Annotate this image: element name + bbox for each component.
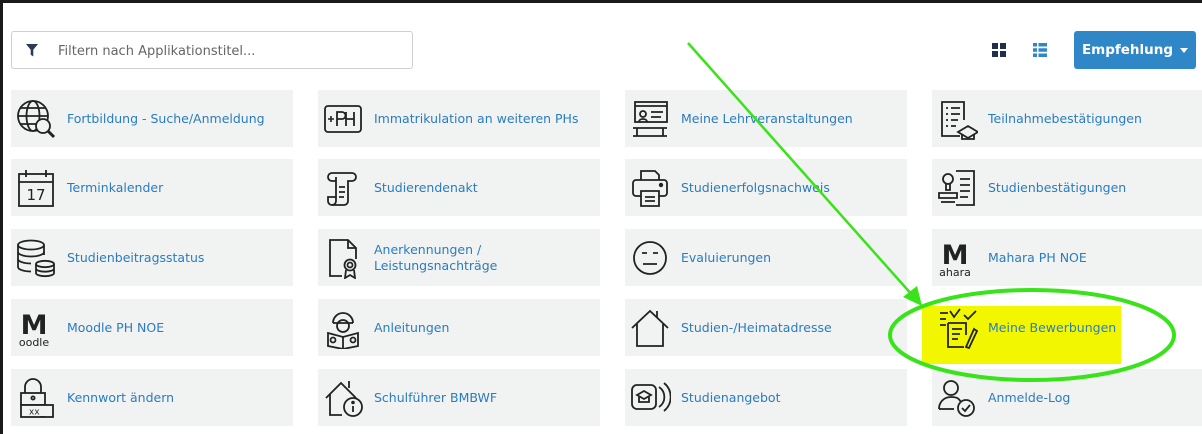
svg-text:oodle: oodle — [19, 336, 49, 349]
svg-text:17: 17 — [26, 186, 45, 204]
svg-text:ahara: ahara — [939, 266, 971, 279]
tile-label: Anerkennungen / Leistungsnachträge — [374, 241, 498, 273]
recommendation-dropdown-button[interactable]: Empfehlung — [1074, 31, 1196, 69]
house-outline-icon — [631, 309, 669, 347]
tile-moodle[interactable]: M oodle Moodle PH NOE — [11, 299, 293, 356]
face-neutral-icon — [633, 241, 667, 275]
tile-label: Teilnahmebestätigungen — [988, 110, 1142, 126]
tile-mahara[interactable]: M ahara Mahara PH NOE — [932, 229, 1202, 286]
svg-text:xx_: xx_ — [29, 408, 46, 418]
list-view-icon[interactable] — [1033, 43, 1047, 57]
certificate-document-icon — [941, 101, 978, 140]
tile-studienbestaetigungen[interactable]: Studienbestätigungen — [932, 159, 1202, 216]
tile-label: Schulführer BMBWF — [374, 389, 498, 405]
tile-meine-bewerbungen[interactable]: Meine Bewerbungen — [932, 299, 1202, 356]
window-frame-left — [0, 0, 3, 434]
tile-label: Terminkalender — [67, 179, 164, 195]
tile-label: Meine Bewerbungen — [988, 319, 1117, 335]
tile-studienadresse[interactable]: Studien-/Heimatadresse — [625, 299, 907, 356]
tile-anerkennungen[interactable]: Anerkennungen / Leistungsnachträge — [318, 229, 600, 286]
grid-view-icon[interactable] — [992, 43, 1006, 57]
tile-fortbildung[interactable]: Fortbildung - Suche/Anmeldung — [11, 90, 293, 147]
tile-studienbeitragsstatus[interactable]: Studienbeitragsstatus — [11, 229, 293, 286]
tile-studierendenakt[interactable]: Studierendenakt — [318, 159, 600, 216]
tile-schulfuehrer[interactable]: Schulführer BMBWF — [318, 369, 600, 426]
lock-password-icon: xx_ — [20, 378, 54, 418]
tile-label: Studienbestätigungen — [988, 179, 1127, 195]
tile-label: Kennwort ändern — [67, 389, 175, 405]
tile-label: Studienangebot — [681, 389, 781, 405]
tile-immatrikulation[interactable]: Immatrikulation an weiteren PHs — [318, 90, 600, 147]
tile-label: Anmelde-Log — [988, 389, 1071, 405]
moodle-logo-icon: M oodle — [19, 310, 49, 349]
tile-label: Immatrikulation an weiteren PHs — [374, 110, 579, 126]
tile-lehrveranstaltungen[interactable]: Meine Lehrveranstaltungen — [625, 90, 907, 147]
scroll-icon — [327, 172, 357, 206]
tile-evaluierungen[interactable]: Evaluierungen — [625, 229, 907, 286]
stamp-document-icon — [938, 170, 975, 206]
tile-label: Anleitungen — [374, 319, 450, 335]
tile-label: Mahara PH NOE — [988, 249, 1087, 265]
application-pen-icon — [940, 308, 978, 349]
document-badge-icon — [329, 239, 357, 279]
lecture-board-icon — [633, 101, 668, 137]
tile-label: Meine Lehrveranstaltungen — [681, 110, 853, 126]
tile-kennwort-aendern[interactable]: xx_ Kennwort ändern — [11, 369, 293, 426]
toolbar: Empfehlung — [11, 31, 1196, 71]
study-offer-icon — [631, 382, 671, 412]
filter-box[interactable] — [11, 31, 413, 69]
school-info-icon — [325, 381, 363, 417]
tile-studienerfolgsnachweis[interactable]: Studienerfolgsnachweis — [625, 159, 907, 216]
filter-icon — [26, 44, 38, 57]
printer-icon — [632, 170, 668, 207]
tile-anmelde-log[interactable]: Anmelde-Log — [932, 369, 1202, 426]
reading-person-icon — [327, 312, 359, 349]
filter-input[interactable] — [56, 37, 400, 65]
tile-label: Studienbeitragsstatus — [67, 249, 205, 265]
tile-terminkalender[interactable]: 17 Terminkalender — [11, 159, 293, 216]
ph-plus-icon — [324, 105, 362, 133]
tile-studienangebot[interactable]: Studienangebot — [625, 369, 907, 426]
tile-label: Studienerfolgsnachweis — [681, 179, 830, 195]
user-check-icon — [938, 380, 975, 417]
tile-anleitungen[interactable]: Anleitungen — [318, 299, 600, 356]
caret-down-icon — [1180, 47, 1189, 53]
tile-label: Studierendenakt — [374, 179, 478, 195]
mahara-logo-icon: M ahara — [939, 240, 971, 279]
coins-database-icon — [17, 239, 55, 278]
tile-label: Evaluierungen — [681, 249, 772, 265]
globe-search-icon — [17, 100, 56, 139]
window-frame-top — [0, 0, 1202, 3]
recommendation-label: Empfehlung — [1081, 42, 1174, 58]
tile-teilnahmebestaetigungen[interactable]: Teilnahmebestätigungen — [932, 90, 1202, 147]
tile-label: Fortbildung - Suche/Anmeldung — [67, 110, 265, 126]
calendar-17-icon: 17 — [18, 170, 54, 207]
tile-label: Moodle PH NOE — [67, 319, 165, 335]
tile-label: Studien-/Heimatadresse — [681, 319, 832, 335]
